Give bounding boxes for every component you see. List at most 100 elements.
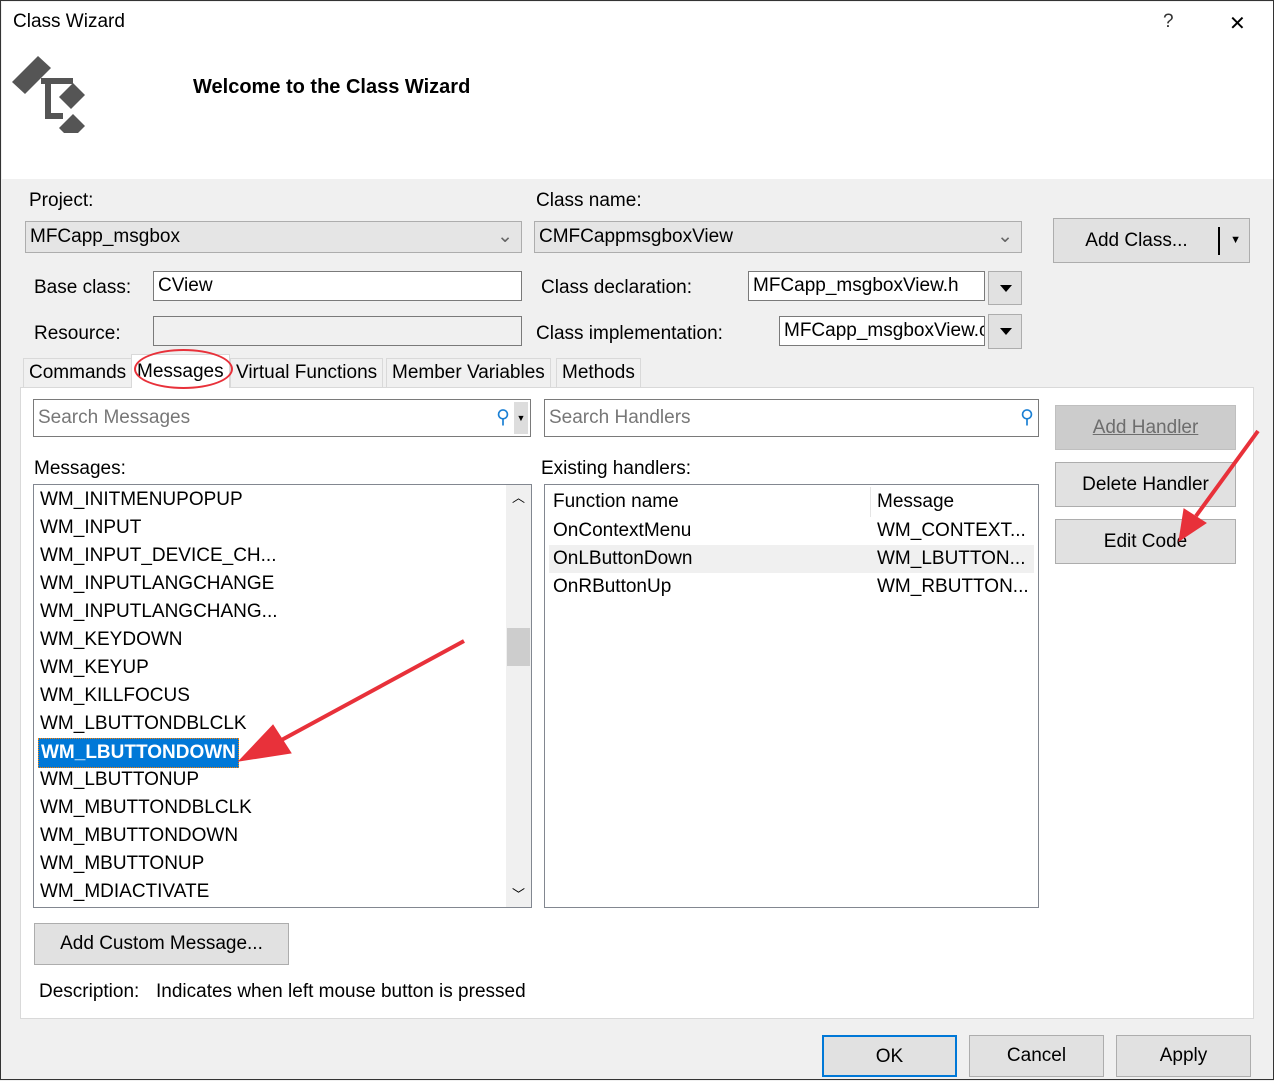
tab-member-variables[interactable]: Member Variables — [386, 358, 551, 387]
chevron-down-icon: ⌄ — [997, 226, 1013, 247]
message-label: WM_LBUTTONDOWN — [38, 738, 239, 768]
handlers-list[interactable]: Function name Message OnContextMenu WM_CO… — [544, 484, 1039, 908]
messages-label: Messages: — [34, 458, 126, 479]
add-handler-button[interactable]: Add Handler — [1055, 405, 1236, 450]
class-name-value: CMFCappmsgboxView — [539, 226, 733, 247]
edit-code-button[interactable]: Edit Code — [1055, 519, 1236, 564]
message-item[interactable]: WM_MDIACTIVATE — [34, 878, 531, 906]
handler-row[interactable]: OnLButtonDown WM_LBUTTON... — [549, 545, 1034, 573]
message-item[interactable]: WM_INPUTLANGCHANG... — [34, 598, 531, 626]
class-wizard-window: Class Wizard ? ✕ Welcome to the Class Wi… — [0, 0, 1274, 1080]
chevron-down-icon: ⌄ — [497, 226, 513, 247]
handlers-header: Function name Message — [549, 487, 1034, 517]
add-custom-message-label: Add Custom Message... — [60, 933, 263, 954]
message-label: WM_KILLFOCUS — [40, 685, 190, 706]
description-label: Description: — [39, 981, 140, 1002]
ok-button[interactable]: OK — [822, 1035, 957, 1077]
existing-handlers-label: Existing handlers: — [541, 458, 691, 479]
dropdown-arrow-icon[interactable]: ▼ — [1230, 219, 1241, 262]
message-item[interactable]: WM_LBUTTONDOWN — [34, 738, 531, 768]
cancel-button[interactable]: Cancel — [969, 1035, 1104, 1077]
column-header-function-name[interactable]: Function name — [549, 487, 871, 517]
message-label: WM_LBUTTONDBLCLK — [40, 713, 247, 734]
class-implementation-field[interactable]: MFCapp_msgboxView.cpp — [779, 316, 985, 346]
description-text: Indicates when left mouse button is pres… — [156, 981, 526, 1002]
handler-message: WM_CONTEXT... — [877, 520, 1026, 541]
class-name-label: Class name: — [536, 190, 642, 211]
message-item[interactable]: WM_KILLFOCUS — [34, 682, 531, 710]
class-implementation-dropdown[interactable] — [988, 314, 1022, 349]
message-label: WM_KEYUP — [40, 657, 149, 678]
handler-row[interactable]: OnRButtonUp WM_RBUTTON... — [549, 573, 1034, 601]
scrollbar[interactable]: ︿ ﹀ — [506, 485, 531, 907]
handler-row[interactable]: OnContextMenu WM_CONTEXT... — [549, 517, 1034, 545]
message-item[interactable]: WM_MBUTTONDBLCLK — [34, 794, 531, 822]
resource-field[interactable] — [153, 316, 522, 346]
messages-list[interactable]: WM_INITMENUPOPUP WM_INPUT WM_INPUT_DEVICE_… — [33, 484, 532, 908]
tab-methods[interactable]: Methods — [556, 358, 641, 387]
search-icon[interactable]: ⚲ — [496, 400, 510, 436]
message-label: WM_KEYDOWN — [40, 629, 183, 650]
message-item[interactable]: WM_LBUTTONUP — [34, 766, 531, 794]
dropdown-arrow-icon[interactable]: ▼ — [514, 402, 528, 434]
class-implementation-label: Class implementation: — [536, 323, 723, 344]
class-hierarchy-icon — [12, 56, 85, 133]
message-item[interactable]: WM_INITMENUPOPUP — [34, 486, 531, 514]
message-label: WM_INPUTLANGCHANG... — [40, 601, 278, 622]
message-item[interactable]: WM_MBUTTONUP — [34, 850, 531, 878]
delete-handler-button[interactable]: Delete Handler — [1055, 462, 1236, 507]
scroll-down-icon[interactable]: ﹀ — [512, 884, 525, 903]
edit-code-label: Edit Code — [1103, 531, 1188, 552]
search-messages-input[interactable]: Search Messages ⚲ ▼ — [33, 399, 531, 437]
message-label: WM_INPUTLANGCHANGE — [40, 573, 275, 594]
split-divider — [1218, 227, 1220, 255]
message-label: WM_LBUTTONUP — [40, 769, 200, 790]
delete-handler-label: Delete Handler — [1082, 474, 1209, 495]
class-declaration-dropdown[interactable] — [988, 271, 1022, 305]
handler-function: OnContextMenu — [553, 520, 692, 541]
add-custom-message-button[interactable]: Add Custom Message... — [34, 923, 289, 965]
annotation-circle — [134, 349, 233, 389]
message-label: WM_INPUT — [40, 517, 142, 538]
handler-message: WM_LBUTTON... — [877, 548, 1026, 569]
column-header-message[interactable]: Message — [871, 487, 954, 517]
message-item[interactable]: WM_LBUTTONDBLCLK — [34, 710, 531, 738]
project-value: MFCapp_msgbox — [30, 226, 180, 247]
resource-label: Resource: — [34, 323, 121, 344]
class-declaration-label: Class declaration: — [541, 277, 693, 298]
search-handlers-input[interactable]: Search Handlers ⚲ — [544, 399, 1039, 437]
handler-function: OnLButtonDown — [553, 548, 693, 569]
message-item[interactable]: WM_KEYDOWN — [34, 626, 531, 654]
message-label: WM_MBUTTONDBLCLK — [40, 797, 252, 818]
help-button[interactable]: ? — [1163, 11, 1174, 33]
class-name-combo[interactable]: CMFCappmsgboxView ⌄ — [534, 221, 1022, 253]
add-class-label: Add Class... — [1085, 230, 1188, 251]
project-combo[interactable]: MFCapp_msgbox ⌄ — [25, 221, 522, 253]
message-item[interactable]: WM_INPUT — [34, 514, 531, 542]
search-messages-placeholder: Search Messages — [38, 407, 191, 428]
scrollbar-thumb[interactable] — [507, 628, 530, 666]
message-item[interactable]: WM_INPUTLANGCHANGE — [34, 570, 531, 598]
apply-button[interactable]: Apply — [1116, 1035, 1251, 1077]
scroll-up-icon[interactable]: ︿ — [512, 487, 525, 506]
message-label: WM_MDIACTIVATE — [40, 881, 210, 902]
message-item[interactable]: WM_KEYUP — [34, 654, 531, 682]
message-label: WM_MBUTTONDOWN — [40, 825, 239, 846]
header-title: Welcome to the Class Wizard — [193, 76, 471, 98]
class-declaration-field[interactable]: MFCapp_msgboxView.h — [748, 271, 985, 301]
add-handler-label: Add Handler — [1092, 417, 1199, 438]
add-class-button[interactable]: Add Class... ▼ — [1053, 218, 1250, 263]
base-class-label: Base class: — [34, 277, 132, 298]
message-item[interactable]: WM_INPUT_DEVICE_CH... — [34, 542, 531, 570]
search-handlers-placeholder: Search Handlers — [549, 407, 691, 428]
message-label: WM_INITMENUPOPUP — [40, 489, 243, 510]
message-label: WM_MBUTTONUP — [40, 853, 205, 874]
message-item[interactable]: WM_MBUTTONDOWN — [34, 822, 531, 850]
window-title: Class Wizard — [13, 11, 125, 32]
tab-commands[interactable]: Commands — [23, 358, 133, 387]
handler-function: OnRButtonUp — [553, 576, 672, 597]
close-button[interactable]: ✕ — [1229, 11, 1246, 36]
base-class-field[interactable]: CView — [153, 271, 522, 301]
tab-virtual-functions[interactable]: Virtual Functions — [230, 358, 384, 387]
search-icon[interactable]: ⚲ — [1020, 400, 1034, 436]
